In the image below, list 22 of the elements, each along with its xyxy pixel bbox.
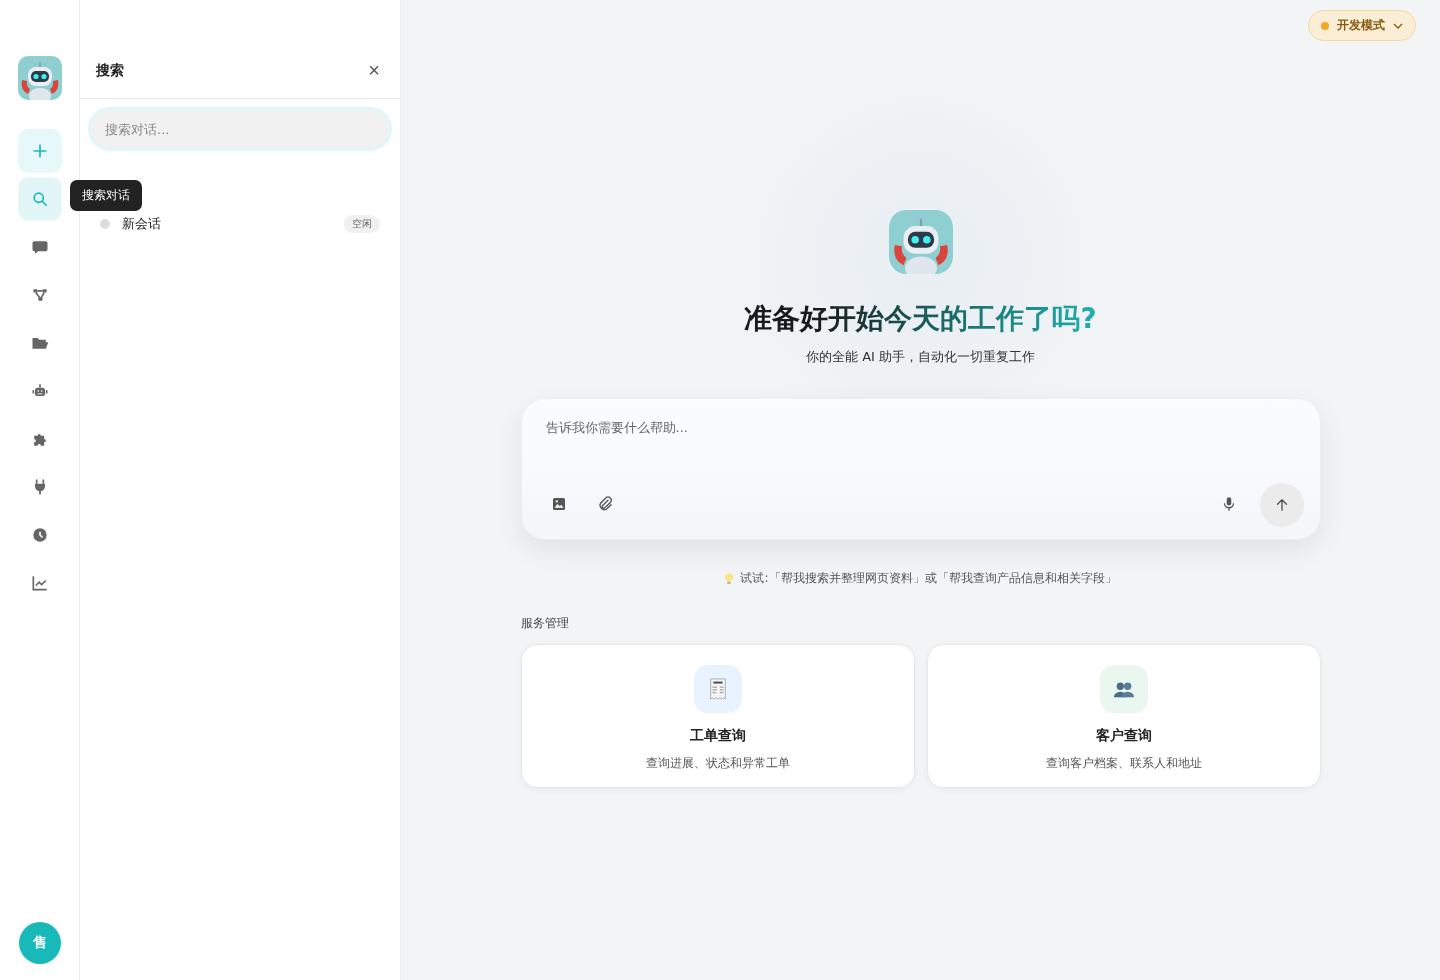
- message-input[interactable]: 告诉我你需要什么帮助...: [543, 417, 1304, 483]
- card-title: 客户查询: [1095, 727, 1152, 745]
- panel-title: 搜索: [96, 62, 124, 80]
- status-badge: 空闲: [344, 215, 380, 233]
- robot-logo-icon: [17, 56, 62, 100]
- close-button[interactable]: ×: [364, 60, 384, 80]
- card-title: 工单查询: [689, 727, 746, 745]
- hint-text: 试试:「帮我搜索并整理网页资料」或「帮我查询产品信息和相关字段」: [740, 570, 1117, 587]
- section-heading: 服务管理: [520, 615, 569, 632]
- robot-logo-icon: [888, 210, 953, 274]
- card-description: 查询客户档案、联系人和地址: [1045, 755, 1202, 772]
- service-card[interactable]: 客户查询 查询客户档案、联系人和地址: [926, 644, 1321, 788]
- composer-field[interactable]: 告诉我你需要什么帮助...: [520, 398, 1321, 540]
- hero-subtitle: 你的全能 AI 助手，自动化一切重复工作: [806, 348, 1035, 366]
- card-description: 查询进展、状态和异常工单: [645, 755, 790, 772]
- tooltip: 搜索对话: [69, 180, 142, 211]
- mode-dropdown[interactable]: 开发模式: [1308, 10, 1416, 41]
- caret-icon: [1393, 22, 1403, 29]
- search-field[interactable]: 搜索对话...: [88, 107, 392, 151]
- session-title[interactable]: 新会话: [122, 215, 332, 233]
- service-card[interactable]: 工单查询 查询进展、状态和异常工单: [520, 644, 915, 788]
- lightbulb-icon: [724, 571, 735, 586]
